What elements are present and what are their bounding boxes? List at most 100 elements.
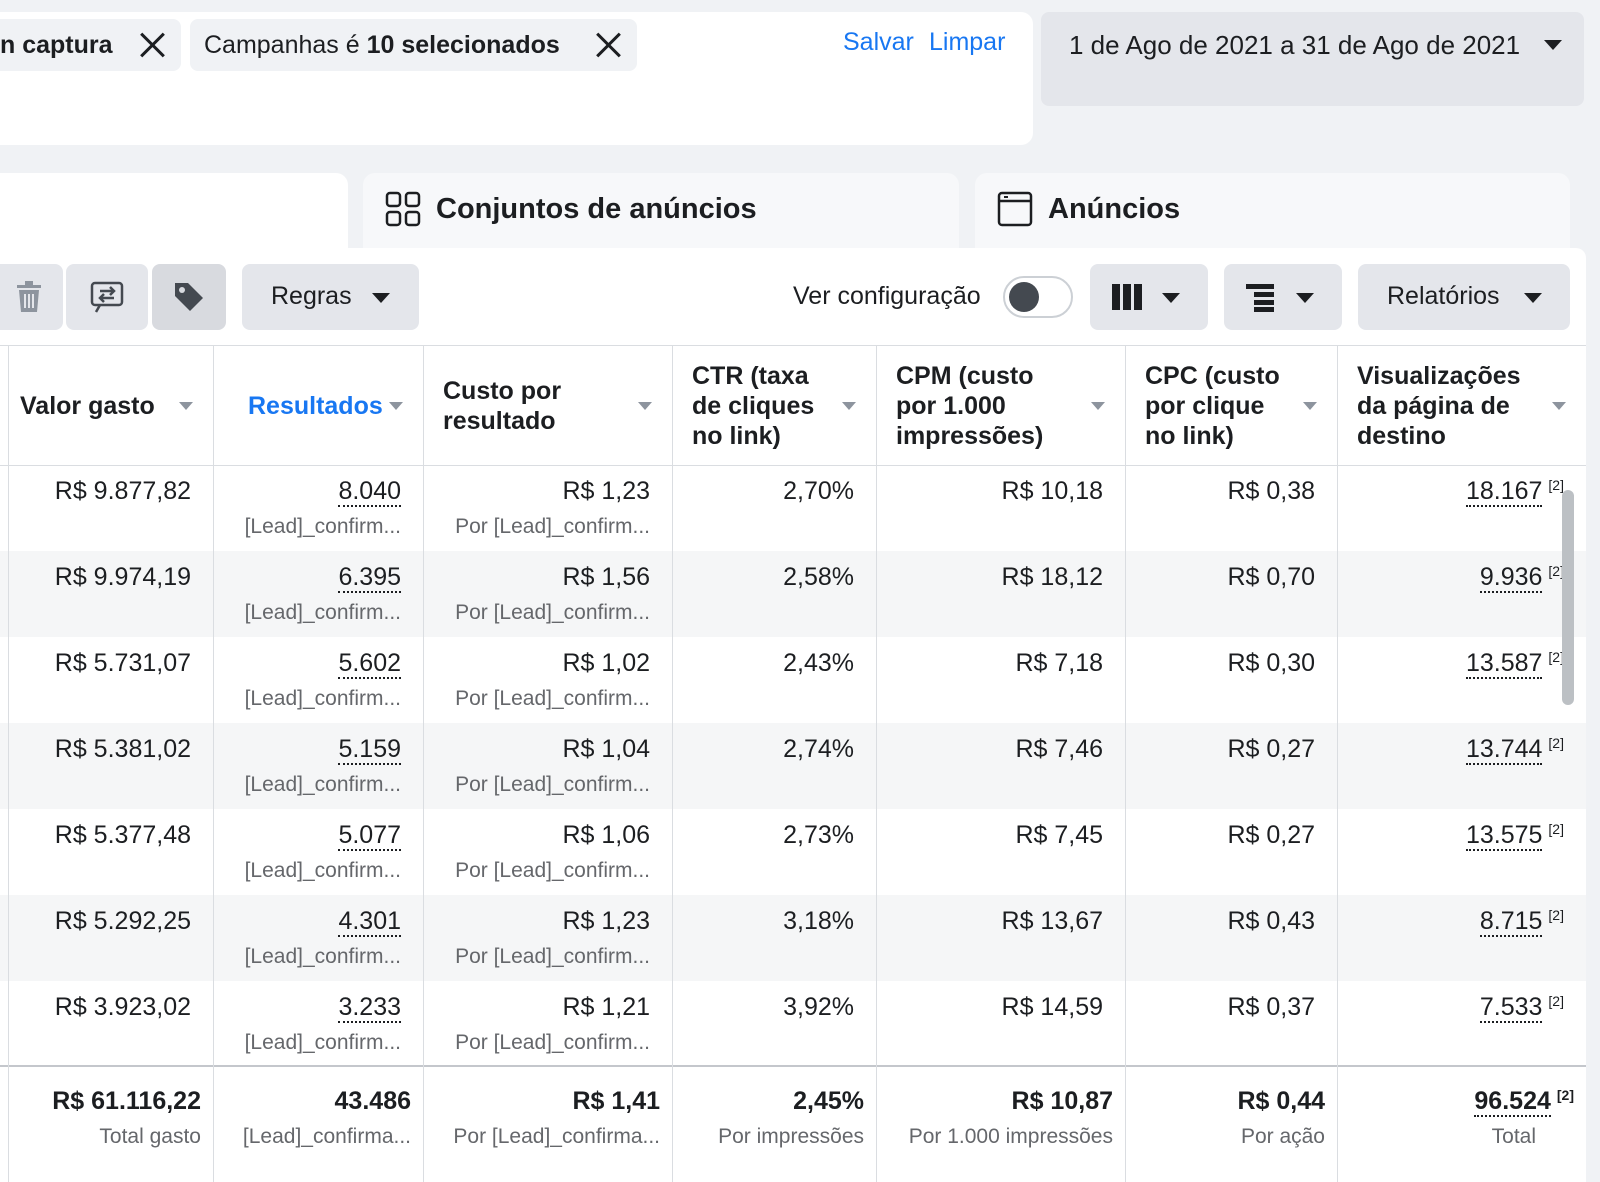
table-row[interactable]: R$ 5.292,25 4.301 [Lead]_confirm... R$ 1,23… — [0, 895, 1586, 981]
total-cpc-value: R$ 0,44 — [1237, 1087, 1325, 1115]
cell-results-value[interactable]: 5.077 — [338, 821, 401, 851]
table-row[interactable]: R$ 5.731,07 5.602 [Lead]_confirm... R$ 1,02… — [0, 637, 1586, 723]
cell-results: 5.159 [Lead]_confirm... — [213, 723, 423, 809]
cell-landing-views-number[interactable]: 9.936 — [1479, 563, 1543, 594]
cell-cost-per-result-subtitle: Por [Lead]_confirm... — [455, 601, 650, 624]
cell-results-number[interactable]: 4.301 — [338, 907, 401, 937]
cell-spend: R$ 5.377,48 — [0, 809, 213, 895]
cell-cost-per-result-subtitle: Por [Lead]_confirm... — [455, 945, 650, 968]
tab-campaigns[interactable] — [0, 173, 348, 253]
filter-chip-campaigns[interactable]: Campanhas é 10 selecionados — [190, 19, 637, 71]
vertical-scrollbar[interactable] — [1562, 490, 1574, 705]
close-icon[interactable] — [139, 31, 167, 59]
tag-button[interactable] — [152, 264, 226, 330]
column-header-ctr[interactable]: CTR (taxa de cliques no link) — [672, 346, 876, 466]
total-spend-value: R$ 61.116,22 — [52, 1087, 201, 1115]
cell-landing-views-value[interactable]: 13.587 [2] — [1465, 649, 1564, 680]
columns-button[interactable] — [1090, 264, 1208, 330]
cell-results-value[interactable]: 3.233 — [338, 993, 401, 1023]
column-header-results[interactable]: Resultados — [213, 346, 423, 466]
cell-landing-views: 13.587 [2] — [1337, 637, 1586, 723]
column-header-cpc[interactable]: CPC (custo por clique no link) — [1125, 346, 1337, 466]
sort-caret-icon — [389, 402, 403, 410]
rules-dropdown[interactable]: Regras — [242, 264, 419, 330]
cell-landing-views-number[interactable]: 8.715 — [1479, 907, 1543, 938]
cell-results-value[interactable]: 8.040 — [338, 477, 401, 507]
cell-cpc-number: R$ 0,38 — [1227, 477, 1315, 505]
cell-cost-per-result-number: R$ 1,04 — [562, 735, 650, 763]
cell-cpm-number: R$ 7,45 — [1015, 821, 1103, 849]
cell-landing-views-value[interactable]: 8.715 [2] — [1479, 907, 1564, 938]
view-config-toggle[interactable] — [1003, 276, 1073, 318]
cell-spend-number: R$ 5.731,07 — [54, 649, 191, 677]
cell-landing-views-value[interactable]: 7.533 [2] — [1479, 993, 1564, 1024]
cell-landing-views-value[interactable]: 13.575 [2] — [1465, 821, 1564, 852]
cell-results-value[interactable]: 5.602 — [338, 649, 401, 679]
table-row[interactable]: R$ 5.381,02 5.159 [Lead]_confirm... R$ 1,04… — [0, 723, 1586, 809]
reports-dropdown[interactable]: Relatórios — [1358, 264, 1570, 330]
cell-spend: R$ 9.974,19 — [0, 551, 213, 637]
save-filter-link[interactable]: Salvar — [843, 28, 914, 57]
cell-cost-per-result-number: R$ 1,02 — [562, 649, 650, 677]
column-header-landing-views[interactable]: Visualizações da página de destino — [1337, 346, 1586, 466]
table-row[interactable]: R$ 9.974,19 6.395 [Lead]_confirm... R$ 1,56… — [0, 551, 1586, 637]
tab-ads[interactable]: Anúncios — [975, 173, 1570, 248]
table-row[interactable]: R$ 9.877,82 8.040 [Lead]_confirm... R$ 1,23… — [0, 465, 1586, 551]
cell-spend-value: R$ 5.292,25 — [55, 907, 191, 936]
cell-landing-views-value[interactable]: 9.936 [2] — [1479, 563, 1564, 594]
ab-test-button[interactable] — [66, 264, 148, 330]
cell-results-number[interactable]: 5.602 — [338, 649, 401, 679]
cell-cpc-number: R$ 0,27 — [1227, 735, 1315, 763]
delete-button[interactable] — [0, 264, 63, 330]
clear-filter-link[interactable]: Limpar — [929, 28, 1005, 57]
cell-results-number[interactable]: 6.395 — [338, 563, 401, 593]
total-views-value[interactable]: 96.524 [2] — [1474, 1087, 1574, 1118]
cell-results: 8.040 [Lead]_confirm... — [213, 465, 423, 551]
column-header-cost-per-result[interactable]: Custo por resultado — [423, 346, 672, 466]
table-row[interactable]: R$ 5.377,48 5.077 [Lead]_confirm... R$ 1,06… — [0, 809, 1586, 895]
cell-results: 5.602 [Lead]_confirm... — [213, 637, 423, 723]
cell-landing-views-number[interactable]: 7.533 — [1479, 993, 1543, 1024]
cell-spend-value: R$ 5.731,07 — [55, 649, 191, 678]
cell-landing-views-number[interactable]: 13.587 — [1465, 649, 1543, 680]
cell-results-number[interactable]: 3.233 — [338, 993, 401, 1023]
table-row[interactable]: R$ 3.923,02 3.233 [Lead]_confirm... R$ 1,21… — [0, 981, 1586, 1067]
cell-cpc: R$ 0,37 — [1125, 981, 1337, 1067]
close-icon[interactable] — [595, 31, 623, 59]
cell-results-value[interactable]: 6.395 — [338, 563, 401, 593]
cell-results-number[interactable]: 5.159 — [338, 735, 401, 765]
cell-ctr-number: 2,73% — [783, 821, 854, 849]
breakdown-button[interactable] — [1224, 264, 1342, 330]
cell-cpm-number: R$ 10,18 — [1001, 477, 1103, 505]
total-results: 43.486 [Lead]_confirma... — [213, 1067, 423, 1182]
total-ctr-value: 2,45% — [793, 1087, 864, 1115]
cell-landing-views-value[interactable]: 18.167 [2] — [1465, 477, 1564, 508]
date-range-picker[interactable]: 1 de Ago de 2021 a 31 de Ago de 2021 — [1041, 12, 1584, 106]
cell-results-value[interactable]: 4.301 — [338, 907, 401, 937]
cell-results-value[interactable]: 5.159 — [338, 735, 401, 765]
cell-cost-per-result: R$ 1,06 Por [Lead]_confirm... — [423, 809, 672, 895]
cell-landing-views: 8.715 [2] — [1337, 895, 1586, 981]
filter-chip-captura[interactable]: n captura — [0, 19, 181, 71]
cell-cost-per-result-subtitle: Por [Lead]_confirm... — [455, 1031, 650, 1054]
trash-icon — [17, 281, 41, 312]
total-spend: R$ 61.116,22 Total gasto — [0, 1067, 213, 1182]
cell-results-subtitle: [Lead]_confirm... — [244, 515, 401, 538]
cell-landing-views-number[interactable]: 13.744 — [1465, 735, 1543, 766]
cell-landing-views-number[interactable]: 18.167 — [1465, 477, 1543, 508]
cell-ctr-value: 2,74% — [783, 735, 854, 764]
cell-landing-views-value[interactable]: 13.744 [2] — [1465, 735, 1564, 766]
cell-results-number[interactable]: 5.077 — [338, 821, 401, 851]
cell-landing-views-number[interactable]: 13.575 — [1465, 821, 1543, 852]
cell-cpm-number: R$ 7,18 — [1015, 649, 1103, 677]
cell-cost-per-result-number: R$ 1,21 — [562, 993, 650, 1021]
cell-cpm-value: R$ 7,18 — [1015, 649, 1103, 678]
cell-cpm: R$ 13,67 — [876, 895, 1125, 981]
column-header-cpm[interactable]: CPM (custo por 1.000 impressões) — [876, 346, 1125, 466]
tab-adsets[interactable]: Conjuntos de anúncios — [363, 173, 959, 248]
total-views-number[interactable]: 96.524 — [1474, 1087, 1551, 1118]
cell-cost-per-result: R$ 1,02 Por [Lead]_confirm... — [423, 637, 672, 723]
cell-cpc: R$ 0,70 — [1125, 551, 1337, 637]
column-header-spend[interactable]: Valor gasto — [0, 346, 213, 466]
cell-results-number[interactable]: 8.040 — [338, 477, 401, 507]
